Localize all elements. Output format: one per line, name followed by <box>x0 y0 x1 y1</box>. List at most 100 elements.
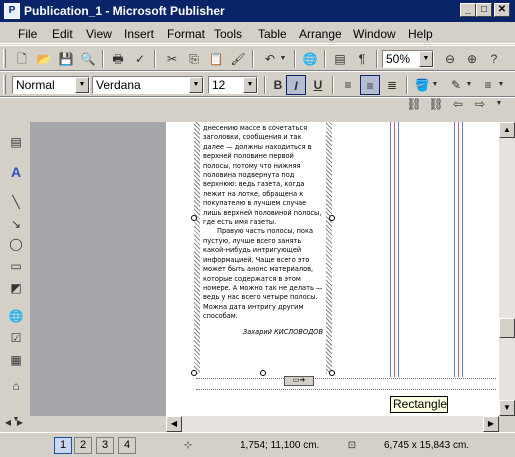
close-button[interactable]: ✕ <box>494 3 510 17</box>
paste-icon[interactable]: 📋 <box>206 49 226 69</box>
maximize-button[interactable]: □ <box>476 3 492 17</box>
pointer-select-icon[interactable]: ▤ <box>6 132 26 152</box>
text-box-icon[interactable]: A <box>6 162 26 182</box>
resize-handle[interactable] <box>260 370 266 376</box>
font-size-select[interactable]: 12 ▼ <box>208 76 258 94</box>
copy-icon[interactable]: ⎘ <box>184 49 204 69</box>
italic-button[interactable]: I <box>286 75 306 95</box>
separator <box>294 50 296 68</box>
html-fragment-icon[interactable]: ▦ <box>6 350 26 370</box>
print-icon[interactable]: 🖶 <box>108 49 128 69</box>
special-characters-icon[interactable]: ¶ <box>352 49 372 69</box>
print-preview-icon[interactable]: 🔍 <box>78 49 98 69</box>
page-tab-1[interactable]: 1 <box>54 437 72 454</box>
signature: Захарий КИСЛОВОДОВ <box>242 327 323 336</box>
align-right-icon[interactable]: ≡ <box>360 75 380 95</box>
fill-dropdown-icon[interactable]: ▼ <box>430 75 440 95</box>
scroll-right-small-icon[interactable]: ▶ <box>14 416 26 430</box>
line-color-icon[interactable]: ✎ <box>446 75 466 95</box>
zoom-out-icon[interactable]: ⊖ <box>440 49 460 69</box>
menu-arrange[interactable]: Arrange <box>299 27 342 41</box>
save-icon[interactable]: 💾 <box>56 49 76 69</box>
form-control-icon[interactable]: ☑ <box>6 328 26 348</box>
vertical-scrollbar[interactable]: ▲ ▼ <box>499 122 515 416</box>
column-guide <box>458 122 459 377</box>
text-frame-content[interactable]: днесению массе в сочетаться заголовки, с… <box>200 122 326 374</box>
scroll-right-icon[interactable]: ▶ <box>483 416 499 432</box>
paragraph: Правую часть полосы, пока пустую, лучше … <box>203 227 323 321</box>
insert-hyperlink-icon[interactable]: 🌐 <box>300 49 320 69</box>
publisher-icon[interactable]: P <box>4 3 20 19</box>
line-icon[interactable]: ╲ <box>6 192 26 212</box>
menu-view[interactable]: View <box>86 27 112 41</box>
chevron-down-icon[interactable]: ▼ <box>419 51 433 67</box>
toolbar-grip[interactable] <box>3 75 6 94</box>
menu-insert[interactable]: Insert <box>124 27 154 41</box>
autoshapes-icon[interactable]: ◩ <box>6 278 26 298</box>
new-icon[interactable]: 🗋 <box>12 49 32 69</box>
menu-help[interactable]: Help <box>408 27 433 41</box>
separator <box>332 76 334 94</box>
scroll-thumb[interactable] <box>499 318 515 338</box>
menu-tools[interactable]: Tools <box>214 27 242 41</box>
page-tab-4[interactable]: 4 <box>118 437 136 454</box>
arrow-icon[interactable]: ↘ <box>6 214 26 234</box>
hot-spot-icon[interactable]: 🌐 <box>6 306 26 326</box>
line-style-icon[interactable]: ≡ <box>478 75 498 95</box>
menu-edit[interactable]: Edit <box>52 27 73 41</box>
zoom-in-icon[interactable]: ⊕ <box>462 49 482 69</box>
scroll-left-small-icon[interactable]: ◀ <box>2 416 14 430</box>
justify-icon[interactable]: ≣ <box>382 75 402 95</box>
spelling-icon[interactable]: ✓ <box>130 49 150 69</box>
undo-icon[interactable]: ↶ <box>260 49 280 69</box>
columns-icon[interactable]: ▤ <box>330 49 350 69</box>
text-overflow-link-button[interactable]: ▭➔ <box>284 376 314 386</box>
cut-icon[interactable]: ✂ <box>162 49 182 69</box>
horizontal-scrollbar[interactable]: ◀ ▶ <box>166 416 499 432</box>
menu-file[interactable]: File <box>18 27 37 41</box>
toolbar-options-icon[interactable]: ▼ <box>496 75 506 95</box>
undo-dropdown-icon[interactable]: ▼ <box>278 49 288 69</box>
page-tab-3[interactable]: 3 <box>96 437 114 454</box>
align-left-icon[interactable]: ≡ <box>338 75 358 95</box>
resize-handle[interactable] <box>329 370 335 376</box>
help-icon[interactable]: ? <box>484 49 504 69</box>
column-guide <box>462 122 463 377</box>
column-guide <box>394 122 395 377</box>
menu-table[interactable]: Table <box>258 27 287 41</box>
size-readout: 6,745 x 15,843 cm. <box>384 440 470 451</box>
resize-handle[interactable] <box>191 215 197 221</box>
style-select[interactable]: Normal ▼ <box>12 76 90 94</box>
format-painter-icon[interactable]: 🖌 <box>228 49 248 69</box>
publication-page[interactable]: днесению массе в сочетаться заголовки, с… <box>166 122 499 416</box>
resize-handle[interactable] <box>329 215 335 221</box>
page-tab-2[interactable]: 2 <box>74 437 92 454</box>
open-icon[interactable]: 📂 <box>34 49 54 69</box>
fill-color-icon[interactable]: 🪣 <box>412 75 432 95</box>
column-guide <box>398 122 399 377</box>
underline-button[interactable]: U <box>308 75 328 95</box>
scroll-corner: ◀ ▶ <box>0 416 30 432</box>
chevron-down-icon[interactable]: ▼ <box>189 77 203 93</box>
horizontal-ruler[interactable] <box>30 110 515 122</box>
text-frame[interactable]: днесению массе в сочетаться заголовки, с… <box>194 122 332 374</box>
toolbar-grip[interactable] <box>3 49 6 68</box>
zoom-select[interactable]: 50% ▼ <box>382 50 434 68</box>
menu-format[interactable]: Format <box>167 27 205 41</box>
oval-icon[interactable]: ◯ <box>6 234 26 254</box>
bold-button[interactable]: B <box>268 75 288 95</box>
font-select[interactable]: Verdana ▼ <box>92 76 204 94</box>
rectangle-icon[interactable]: ▭ <box>6 256 26 276</box>
minimize-button[interactable]: _ <box>460 3 476 17</box>
scroll-up-icon[interactable]: ▲ <box>499 122 515 138</box>
menu-window[interactable]: Window <box>353 27 396 41</box>
scroll-left-icon[interactable]: ◀ <box>166 416 182 432</box>
chevron-down-icon[interactable]: ▼ <box>75 77 89 93</box>
line-color-dropdown-icon[interactable]: ▼ <box>464 75 474 95</box>
scroll-down-icon[interactable]: ▼ <box>499 400 515 416</box>
design-gallery-icon[interactable]: ⌂ <box>6 376 26 396</box>
chevron-down-icon[interactable]: ▼ <box>243 77 257 93</box>
resize-handle[interactable] <box>191 370 197 376</box>
style-value: Normal <box>16 78 55 92</box>
status-bar: 1 2 3 4 ⊹ 1,754; 11,100 cm. ⊡ 6,745 x 15… <box>0 432 515 457</box>
